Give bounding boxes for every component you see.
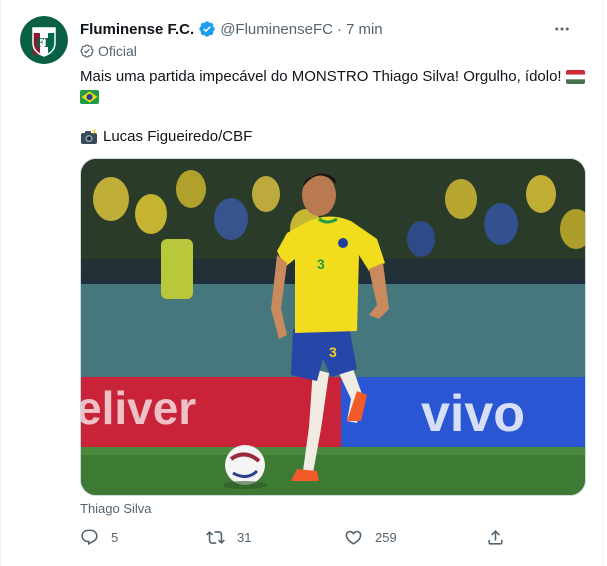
svg-text:3: 3 — [329, 344, 337, 360]
reply-icon — [81, 529, 98, 546]
action-bar: 5 31 259 — [80, 528, 586, 550]
retweet-button[interactable]: 31 — [206, 528, 251, 547]
tweet-header: Fluminense F.C. @FluminenseFC · 7 min — [80, 19, 582, 39]
official-text: Oficial — [98, 43, 137, 59]
separator-dot: · — [336, 20, 342, 38]
reply-button[interactable]: 5 — [80, 528, 118, 547]
tweet-text: Mais uma partida impecável do MONSTRO Th… — [80, 67, 590, 107]
heart-icon — [345, 530, 362, 545]
hungary-flag-icon — [565, 70, 585, 84]
retweet-count: 31 — [237, 530, 252, 545]
like-count: 259 — [375, 530, 397, 545]
share-icon — [488, 530, 503, 545]
tweet-card[interactable]: FF Fluminense F.C. @FluminenseFC · 7 min — [0, 0, 603, 566]
reply-count: 5 — [111, 530, 119, 545]
credit-text: Lucas Figueiredo/CBF — [103, 128, 253, 145]
account-name[interactable]: Fluminense F.C. — [80, 21, 194, 38]
retweet-icon — [206, 531, 225, 544]
svg-text:FF: FF — [35, 36, 53, 50]
more-horizontal-icon[interactable] — [550, 17, 574, 41]
tweet-photo[interactable]: eliver vivo 3 3 — [80, 158, 586, 496]
svg-text:vivo: vivo — [421, 385, 525, 443]
media-caption: Thiago Silva — [80, 501, 152, 516]
account-handle[interactable]: @FluminenseFC — [220, 21, 333, 38]
tweet-timestamp[interactable]: 7 min — [346, 21, 383, 38]
share-button[interactable] — [486, 528, 517, 547]
avatar[interactable]: FF — [20, 16, 68, 64]
official-label: Oficial — [80, 43, 137, 59]
photo-credit: Lucas Figueiredo/CBF — [80, 127, 252, 147]
svg-text:eliver: eliver — [81, 382, 196, 434]
verified-badge-icon — [198, 20, 216, 38]
svg-text:3: 3 — [317, 256, 325, 272]
brazil-flag-icon — [80, 90, 99, 104]
like-button[interactable]: 259 — [344, 528, 397, 547]
tweet-body: Mais uma partida impecável do MONSTRO Th… — [80, 68, 562, 85]
official-badge-icon — [80, 44, 94, 58]
camera-flash-icon — [81, 129, 97, 144]
